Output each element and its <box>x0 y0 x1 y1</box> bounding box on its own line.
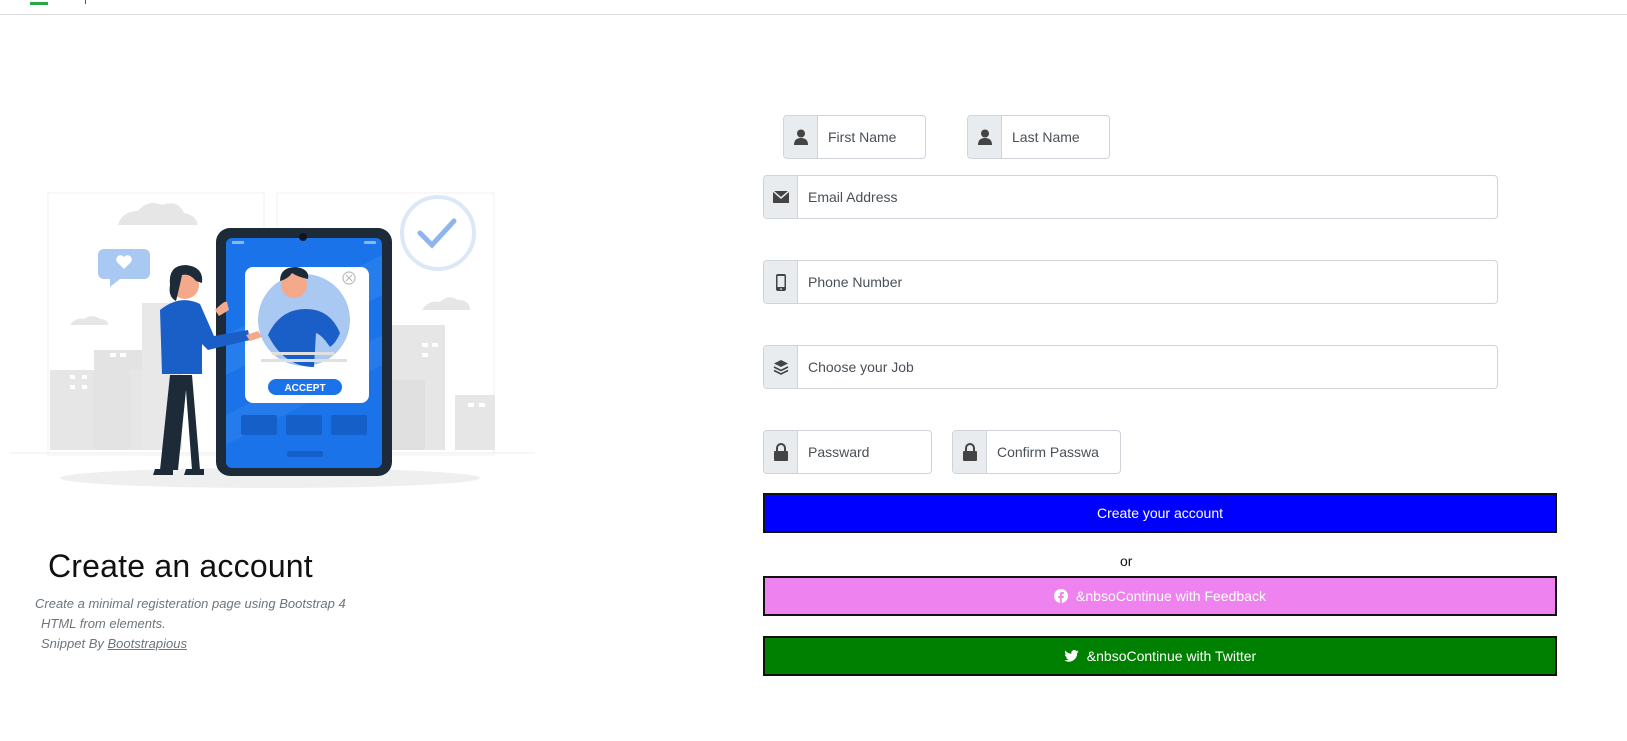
create-account-label: Create your account <box>1096 505 1224 521</box>
confirm-password-field[interactable] <box>987 431 1120 473</box>
lock-icon <box>953 431 987 473</box>
registration-illustration: ACCEPT <box>10 192 535 488</box>
facebook-button-label: &nbsoContinue with Feedback <box>1076 588 1266 604</box>
email-field[interactable] <box>798 176 1497 218</box>
navbar-logo-fragment[interactable] <box>30 0 48 5</box>
description-line-1: Create a minimal registeration page usin… <box>35 596 346 611</box>
job-select[interactable] <box>798 346 1497 388</box>
or-separator: or <box>1120 553 1133 569</box>
page-description: Create a minimal registeration page usin… <box>35 594 346 654</box>
description-line-2: HTML from elements. <box>41 616 166 631</box>
last-name-input[interactable] <box>1002 116 1109 158</box>
top-navbar <box>0 0 1627 15</box>
password-group <box>763 430 932 474</box>
bootstrapious-link[interactable]: Bootstrapious <box>108 636 188 651</box>
first-name-group <box>783 115 926 159</box>
create-account-button[interactable]: Create your account <box>763 493 1557 533</box>
page-title: Create an account <box>48 548 313 584</box>
confirm-password-group <box>952 430 1121 474</box>
user-icon <box>784 116 818 158</box>
last-name-group <box>967 115 1110 159</box>
password-field[interactable] <box>798 431 931 473</box>
user-icon <box>968 116 1002 158</box>
accept-label: ACCEPT <box>284 383 325 394</box>
continue-with-twitter-button[interactable]: &nbsoContinue with Twitter <box>763 636 1557 676</box>
envelope-icon <box>764 176 798 218</box>
description-line-3: Snippet By Bootstrapious <box>35 634 346 654</box>
twitter-button-label: &nbsoContinue with Twitter <box>1086 648 1257 664</box>
twitter-icon <box>1064 650 1079 662</box>
phone-icon <box>764 261 798 303</box>
layers-icon <box>764 346 798 388</box>
facebook-icon <box>1054 589 1069 603</box>
email-group <box>763 175 1498 219</box>
continue-with-facebook-button[interactable]: &nbsoContinue with Feedback <box>763 576 1557 616</box>
job-group <box>763 345 1498 389</box>
navbar-divider <box>85 0 86 4</box>
snippet-by-label: Snippet By <box>41 636 108 651</box>
phone-group <box>763 260 1498 304</box>
first-name-input[interactable] <box>818 116 925 158</box>
lock-icon <box>764 431 798 473</box>
phone-field[interactable] <box>798 261 1497 303</box>
